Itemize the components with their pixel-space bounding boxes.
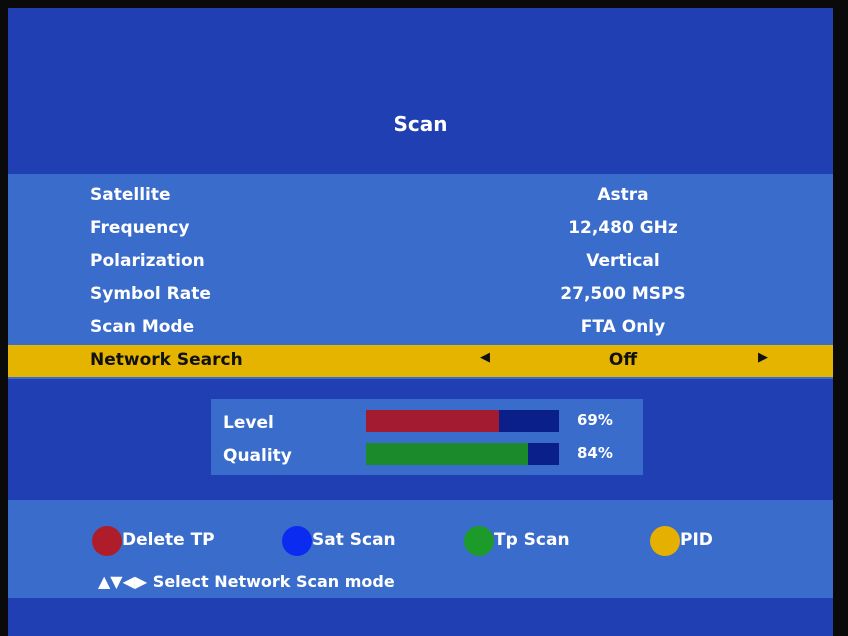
setting-value: Astra xyxy=(597,185,649,205)
level-label: Level xyxy=(223,413,274,433)
key-label: Tp Scan xyxy=(494,530,570,550)
quality-bar xyxy=(366,443,559,465)
settings-panel: Satellite Astra Frequency 12,480 GHz Pol… xyxy=(8,174,833,379)
blue-key-icon xyxy=(282,526,312,556)
level-bar-fill xyxy=(366,410,500,432)
level-bar xyxy=(366,410,559,432)
setting-value: 12,480 GHz xyxy=(568,218,678,238)
navigation-arrows-icon: ▲▼◀▶ xyxy=(98,572,148,591)
setting-row-frequency[interactable]: Frequency 12,480 GHz xyxy=(8,213,833,245)
setting-row-network-search[interactable]: Network Search ◀ Off ▶ xyxy=(8,345,833,377)
function-keys-bar: Delete TP Sat Scan Tp Scan PID ▲▼◀▶ Sele… xyxy=(8,500,833,598)
setting-label: Satellite xyxy=(90,185,171,205)
quality-label: Quality xyxy=(223,446,292,466)
red-key-icon xyxy=(92,526,122,556)
signal-meter: Level 69% Quality 84% xyxy=(211,399,643,475)
setting-label: Frequency xyxy=(90,218,190,238)
quality-bar-fill xyxy=(366,443,529,465)
setting-row-scan-mode[interactable]: Scan Mode FTA Only xyxy=(8,312,833,344)
navigation-hint: ▲▼◀▶ Select Network Scan mode xyxy=(98,572,395,591)
setting-label: Network Search xyxy=(90,350,243,370)
setting-row-polarization[interactable]: Polarization Vertical xyxy=(8,246,833,278)
key-label: Delete TP xyxy=(122,530,215,550)
key-label: Sat Scan xyxy=(312,530,396,550)
key-label: PID xyxy=(680,530,713,550)
green-key-icon xyxy=(464,526,494,556)
level-percent: 69% xyxy=(577,411,613,429)
page-title: Scan xyxy=(393,112,448,136)
setting-label: Scan Mode xyxy=(90,317,195,337)
setting-value: FTA Only xyxy=(580,317,666,337)
yellow-key-icon xyxy=(650,526,680,556)
setting-label: Symbol Rate xyxy=(90,284,211,304)
quality-percent: 84% xyxy=(577,444,613,462)
setting-value: Vertical xyxy=(586,251,660,271)
arrow-right-icon[interactable]: ▶ xyxy=(758,350,768,365)
setting-value: Off xyxy=(608,350,638,370)
arrow-left-icon[interactable]: ◀ xyxy=(480,350,490,365)
setting-row-satellite[interactable]: Satellite Astra xyxy=(8,180,833,212)
setting-value: 27,500 MSPS xyxy=(560,284,686,304)
setting-row-symbol-rate[interactable]: Symbol Rate 27,500 MSPS xyxy=(8,279,833,311)
hint-text: Select Network Scan mode xyxy=(152,572,395,591)
setting-label: Polarization xyxy=(90,251,205,271)
scan-screen: Scan Satellite Astra Frequency 12,480 GH… xyxy=(8,8,833,636)
